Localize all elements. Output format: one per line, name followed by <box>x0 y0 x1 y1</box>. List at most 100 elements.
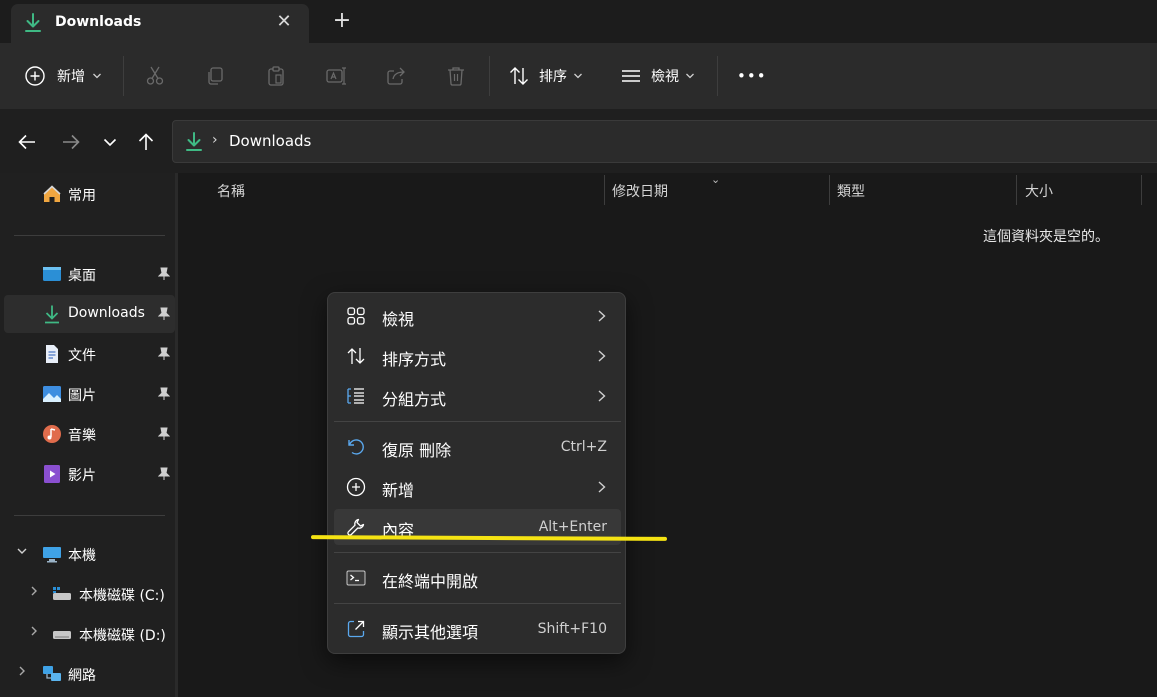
menu-item-label: 顯示其他選項 <box>382 623 479 642</box>
download-icon <box>186 132 202 151</box>
forward-arrow-icon[interactable] <box>59 130 83 154</box>
menu-item-label: 復原 刪除 <box>382 441 452 460</box>
column-header-modified[interactable]: 修改日期 <box>612 181 668 201</box>
paste-icon[interactable] <box>265 65 287 87</box>
menu-item-open-in-terminal[interactable]: 在終端中開啟 <box>334 560 621 596</box>
column-separator[interactable] <box>604 175 605 205</box>
close-icon[interactable]: ✕ <box>273 11 295 33</box>
recent-locations-chevron-icon[interactable] <box>98 130 122 154</box>
terminal-icon <box>346 570 366 586</box>
pin-icon[interactable] <box>158 267 170 281</box>
column-separator[interactable] <box>1141 175 1142 205</box>
chevron-down-icon[interactable] <box>16 545 28 557</box>
sidebar-item-label: 本機磁碟 (C:) <box>79 588 165 604</box>
empty-folder-message: 這個資料夾是空的。 <box>983 229 1109 245</box>
delete-icon[interactable] <box>445 65 467 87</box>
sidebar-item-videos[interactable]: 影片 <box>4 455 175 493</box>
sidebar-item-drive-c[interactable]: 本機磁碟 (C:) <box>4 575 175 613</box>
network-icon <box>43 666 61 681</box>
more-options-button[interactable]: ••• <box>737 57 767 95</box>
toolbar-divider <box>489 56 490 96</box>
pin-icon[interactable] <box>158 467 170 481</box>
breadcrumb-chevron[interactable]: › <box>212 132 218 148</box>
sidebar-divider <box>14 515 165 516</box>
sidebar-item-pictures[interactable]: 圖片 <box>4 375 175 413</box>
column-header-size[interactable]: 大小 <box>1025 181 1053 201</box>
tab-downloads[interactable]: Downloads ✕ <box>11 4 309 43</box>
menu-item-group-by[interactable]: 分組方式 <box>334 378 621 414</box>
pin-icon[interactable] <box>158 427 170 441</box>
menu-item-label: 在終端中開啟 <box>382 572 479 591</box>
computer-icon <box>43 547 61 563</box>
sort-button[interactable]: 排序 <box>508 57 583 95</box>
column-separator[interactable] <box>1016 175 1017 205</box>
chevron-down-icon <box>686 73 694 79</box>
new-tab-button[interactable]: + <box>331 10 353 32</box>
pin-icon[interactable] <box>158 347 170 361</box>
sidebar-item-drive-d[interactable]: 本機磁碟 (D:) <box>4 615 175 653</box>
sidebar-item-network[interactable]: 網路 <box>4 655 175 693</box>
sort-icon <box>510 67 528 85</box>
picture-icon <box>43 386 61 402</box>
cut-icon[interactable] <box>144 65 166 87</box>
address-bar-row: › Downloads <box>0 110 1157 173</box>
chevron-right-icon[interactable] <box>16 665 28 677</box>
context-menu: 檢視 排序方式 分組方式 復原 刪除 Ctrl+Z 新增 內容 Alt+Ente… <box>327 292 626 654</box>
sidebar-item-label: Downloads <box>68 305 145 321</box>
pin-icon[interactable] <box>158 387 170 401</box>
sidebar-divider <box>14 235 165 236</box>
sidebar-item-label: 文件 <box>68 348 96 364</box>
sidebar-item-label: 音樂 <box>68 428 96 444</box>
music-icon <box>43 425 61 443</box>
menu-separator <box>334 552 621 553</box>
up-arrow-icon[interactable] <box>134 130 158 154</box>
chevron-right-icon[interactable] <box>28 585 40 597</box>
menu-item-shortcut: Alt+Enter <box>538 519 607 535</box>
menu-item-show-more-options[interactable]: 顯示其他選項 Shift+F10 <box>334 611 621 647</box>
navigation-pane: 常用 桌面 Downloads 文件 圖片 音樂 影片 本機 本機磁碟 (C:)… <box>0 173 178 697</box>
share-icon[interactable] <box>385 65 407 87</box>
chevron-down-icon <box>574 73 582 79</box>
home-icon <box>43 185 61 202</box>
copy-icon[interactable] <box>204 65 226 87</box>
tab-title: Downloads <box>55 14 142 30</box>
view-button[interactable]: 檢視 <box>620 57 695 95</box>
breadcrumb-downloads[interactable]: Downloads <box>229 132 311 150</box>
sidebar-item-label: 影片 <box>68 468 96 484</box>
menu-item-view[interactable]: 檢視 <box>334 298 621 334</box>
sidebar-item-documents[interactable]: 文件 <box>4 335 175 373</box>
sidebar-item-home[interactable]: 常用 <box>4 175 175 213</box>
plus-circle-icon <box>25 66 45 86</box>
drive-icon <box>53 587 71 600</box>
sidebar-item-label: 本機 <box>68 548 96 564</box>
wrench-icon <box>347 518 365 536</box>
menu-item-new[interactable]: 新增 <box>334 469 621 505</box>
new-button[interactable]: 新增 <box>24 57 102 95</box>
view-list-icon <box>622 70 640 82</box>
menu-item-sort-by[interactable]: 排序方式 <box>334 338 621 374</box>
chevron-right-icon <box>598 481 606 493</box>
address-field[interactable]: › Downloads <box>172 120 1157 163</box>
menu-item-label: 新增 <box>382 481 415 500</box>
chevron-right-icon <box>598 310 606 322</box>
menu-item-label: 分組方式 <box>382 390 447 409</box>
menu-separator <box>334 603 621 604</box>
sidebar-item-desktop[interactable]: 桌面 <box>4 255 175 293</box>
sort-icon <box>347 348 365 364</box>
column-header-type[interactable]: 類型 <box>837 181 865 201</box>
toolbar-divider <box>123 56 124 96</box>
pin-icon[interactable] <box>158 307 170 321</box>
back-arrow-icon[interactable] <box>15 130 39 154</box>
chevron-right-icon[interactable] <box>28 625 40 637</box>
sidebar-item-downloads[interactable]: Downloads <box>4 295 175 333</box>
sort-indicator-icon: ⌄ <box>711 173 721 186</box>
column-separator[interactable] <box>829 175 830 205</box>
column-header-name[interactable]: 名稱 <box>217 181 245 201</box>
chevron-right-icon <box>598 350 606 362</box>
sidebar-item-music[interactable]: 音樂 <box>4 415 175 453</box>
more-icon: ••• <box>737 67 767 85</box>
menu-item-undo-delete[interactable]: 復原 刪除 Ctrl+Z <box>334 429 621 465</box>
group-list-icon <box>347 388 364 404</box>
rename-icon[interactable] <box>325 65 347 87</box>
sidebar-item-this-pc[interactable]: 本機 <box>4 535 175 573</box>
